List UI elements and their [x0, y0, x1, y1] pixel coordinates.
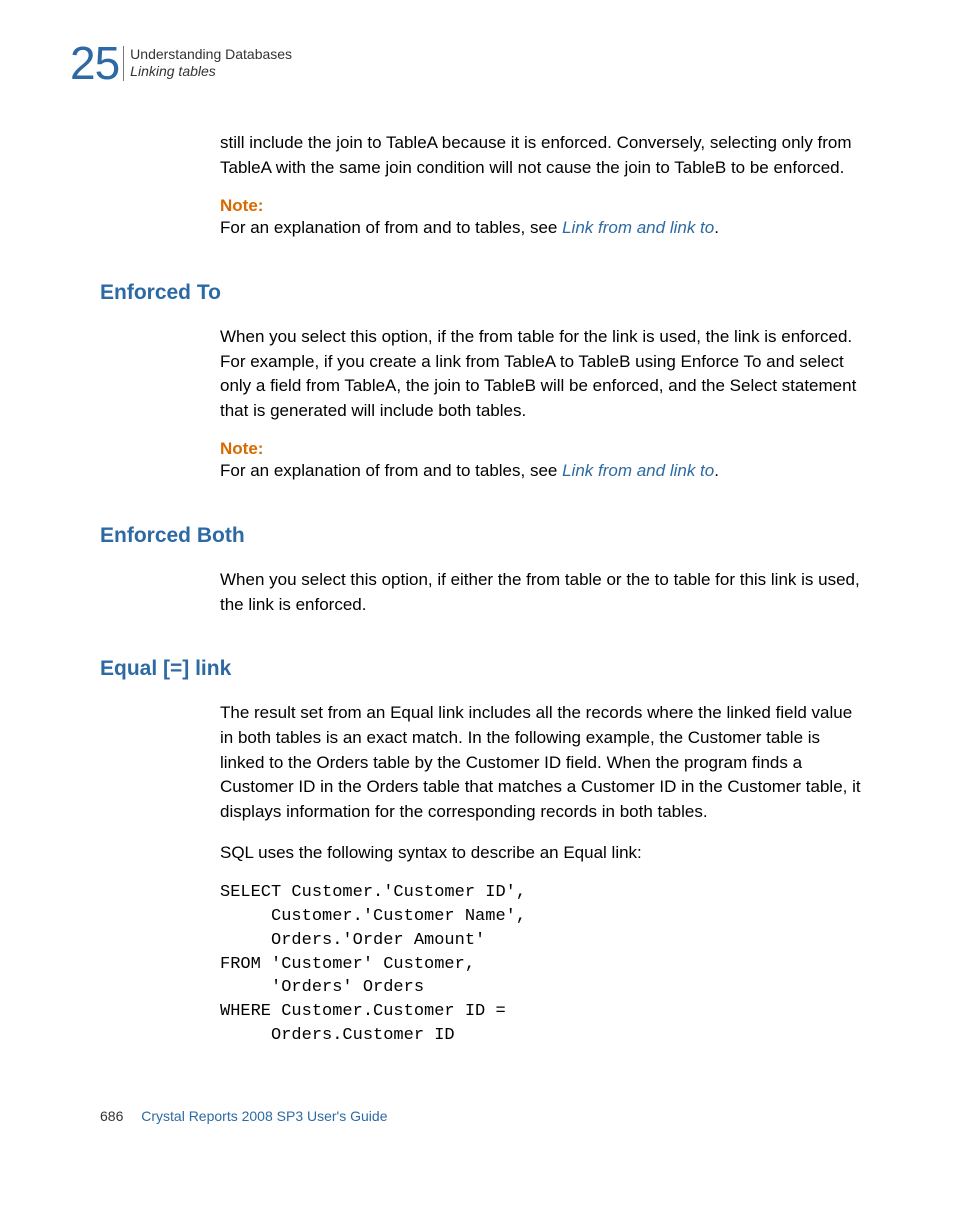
heading-enforced-both: Enforced Both [100, 524, 884, 548]
page-footer: 686 Crystal Reports 2008 SP3 User's Guid… [100, 1108, 884, 1124]
note-text-suffix: . [714, 461, 719, 480]
note-label: Note: [220, 439, 884, 459]
note-text-prefix: For an explanation of from and to tables… [220, 218, 562, 237]
link-from-and-link-to[interactable]: Link from and link to [562, 218, 714, 237]
note-text-suffix: . [714, 218, 719, 237]
enforced-to-paragraph: When you select this option, if the from… [220, 325, 869, 424]
chapter-title: Understanding Databases [130, 46, 292, 64]
heading-equal-link: Equal [=] link [100, 657, 884, 681]
note-text: For an explanation of from and to tables… [220, 216, 869, 241]
intro-paragraph: still include the join to TableA because… [220, 131, 869, 180]
chapter-subtitle: Linking tables [130, 63, 292, 81]
chapter-number: 25 [70, 40, 119, 86]
chapter-meta: Understanding Databases Linking tables [123, 46, 292, 81]
equal-link-paragraph-2: SQL uses the following syntax to describ… [220, 841, 869, 866]
link-from-and-link-to[interactable]: Link from and link to [562, 461, 714, 480]
note-text-prefix: For an explanation of from and to tables… [220, 461, 562, 480]
heading-enforced-to: Enforced To [100, 281, 884, 305]
page-number: 686 [100, 1108, 123, 1124]
equal-link-paragraph-1: The result set from an Equal link includ… [220, 701, 869, 824]
note-text: For an explanation of from and to tables… [220, 459, 869, 484]
enforced-both-paragraph: When you select this option, if either t… [220, 568, 869, 617]
note-label: Note: [220, 196, 884, 216]
guide-title: Crystal Reports 2008 SP3 User's Guide [141, 1108, 387, 1124]
sql-code-block: SELECT Customer.'Customer ID', Customer.… [220, 881, 884, 1048]
page-header: 25 Understanding Databases Linking table… [70, 40, 884, 86]
